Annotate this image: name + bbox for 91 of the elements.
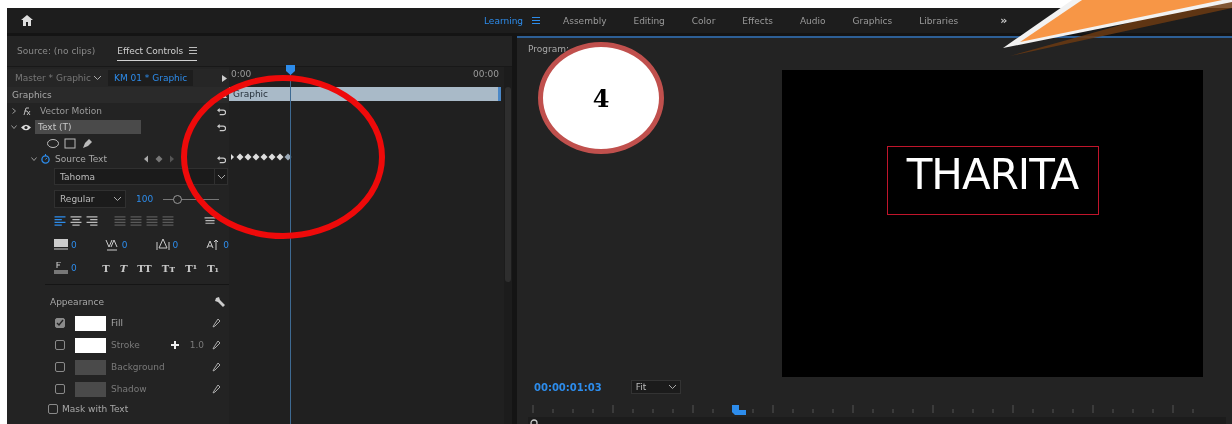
leading-icon xyxy=(54,262,68,274)
checkbox[interactable] xyxy=(55,362,65,372)
checkbox-label: Mask with Text xyxy=(62,404,129,414)
workspace-tab[interactable]: Libraries xyxy=(919,15,959,26)
text-style-button[interactable]: T xyxy=(102,262,114,274)
menu-icon[interactable] xyxy=(532,17,541,24)
panel-tab[interactable]: Effect Controls xyxy=(117,41,198,61)
appearance-label: Fill xyxy=(111,317,125,329)
play-icon[interactable] xyxy=(222,74,227,82)
dropdown-icon[interactable] xyxy=(113,196,122,202)
dropdown-icon[interactable] xyxy=(93,75,102,81)
eye-icon[interactable] xyxy=(21,123,31,131)
workspace-tab[interactable]: Effects xyxy=(742,15,773,26)
align-icon[interactable] xyxy=(70,216,82,226)
stroke-width-value[interactable]: 1.0 xyxy=(189,340,204,350)
effect-name[interactable]: Text (T) xyxy=(35,120,141,134)
more-button[interactable]: » xyxy=(1000,14,1008,27)
clip-bar[interactable]: Graphic xyxy=(229,87,501,101)
font-size-slider[interactable] xyxy=(163,194,220,204)
fx-icon xyxy=(21,106,31,116)
font-dropdown[interactable]: Tahoma xyxy=(54,168,228,185)
color-swatch[interactable] xyxy=(75,315,106,331)
playhead[interactable] xyxy=(732,405,747,415)
text-style-button[interactable]: T¹ xyxy=(185,262,202,274)
workspace-tab[interactable]: Audio xyxy=(799,15,826,26)
checkbox[interactable] xyxy=(55,318,65,328)
zoom-dropdown[interactable]: Fit xyxy=(630,380,681,394)
effect-name[interactable]: Vector Motion xyxy=(37,104,106,118)
checkbox[interactable] xyxy=(48,404,58,414)
text-style-button[interactable]: TT xyxy=(137,262,156,274)
menu-icon[interactable] xyxy=(189,47,198,54)
kerning-icon xyxy=(54,239,68,251)
scrollbar-thumb[interactable] xyxy=(505,87,511,282)
spacing-value[interactable]: 0 xyxy=(172,240,179,250)
ellipse-tool-icon[interactable] xyxy=(47,137,59,149)
sequence-clip-label[interactable]: KM 01 * Graphic xyxy=(108,70,194,86)
time-label: 00:00 xyxy=(473,69,499,79)
slider-thumb[interactable] xyxy=(173,194,183,204)
color-swatch[interactable] xyxy=(75,381,106,397)
color-swatch[interactable] xyxy=(75,337,106,353)
spacing-value[interactable]: 0 xyxy=(121,240,128,250)
property-name: Source Text xyxy=(55,154,107,164)
tracking-icon xyxy=(104,239,119,251)
title-text: THARITA xyxy=(886,146,1099,215)
chevron-icon[interactable] xyxy=(31,156,37,162)
eyedropper-icon[interactable] xyxy=(212,340,221,350)
appearance-label: Background xyxy=(111,361,163,373)
add-icon[interactable] xyxy=(171,341,179,349)
eyedropper-icon[interactable] xyxy=(212,384,221,394)
align-icon[interactable] xyxy=(86,216,98,226)
section-header: Graphics xyxy=(12,90,52,100)
pen-tool-icon[interactable] xyxy=(81,137,93,149)
master-clip-label: Master * Graphic xyxy=(14,73,89,83)
eyedropper-icon[interactable] xyxy=(212,318,221,328)
baseline-shift-icon xyxy=(155,239,170,251)
font-size-value[interactable]: 100 xyxy=(136,194,154,204)
workspace-tab[interactable]: Editing xyxy=(633,15,665,26)
wrench-icon[interactable] xyxy=(215,297,225,307)
reset-icon[interactable] xyxy=(217,154,226,164)
spacing-value[interactable]: 0 xyxy=(71,240,77,250)
workspace-tab[interactable]: Color xyxy=(691,15,716,26)
eyedropper-icon[interactable] xyxy=(212,362,221,372)
dropdown-icon[interactable] xyxy=(216,173,226,180)
checkbox[interactable] xyxy=(55,340,65,350)
time-label: 0:00 xyxy=(231,69,252,79)
workspace-tab[interactable]: Assembly xyxy=(563,15,607,26)
panel-tab[interactable]: Source: (no clips) xyxy=(17,42,96,60)
align-icon[interactable] xyxy=(54,216,66,226)
workspace-tab[interactable]: Learning xyxy=(484,15,524,26)
timecode[interactable]: 00:00:01:03 xyxy=(534,381,602,393)
vertical-align-icon[interactable] xyxy=(204,216,216,226)
section-title: Appearance xyxy=(50,297,105,307)
text-style-button[interactable]: T xyxy=(119,262,132,274)
appearance-label: Shadow xyxy=(111,383,148,395)
chevron-icon[interactable] xyxy=(11,124,17,130)
spacing-value[interactable]: 0 xyxy=(223,240,229,250)
keyframe-nav-icon[interactable] xyxy=(144,155,174,163)
leading-value[interactable]: 0 xyxy=(71,263,77,273)
text-style-button[interactable]: T₁ xyxy=(207,262,223,274)
stopwatch-icon[interactable] xyxy=(41,154,50,164)
workspace-tab[interactable]: Graphics xyxy=(852,15,893,26)
appearance-label: Stroke xyxy=(111,339,141,351)
text-style-button[interactable]: Tт xyxy=(161,262,180,274)
checkbox[interactable] xyxy=(55,384,65,394)
chevron-icon[interactable] xyxy=(11,108,17,114)
dropdown-icon[interactable] xyxy=(667,384,677,390)
font-style-dropdown[interactable]: Regular xyxy=(54,190,126,208)
color-swatch[interactable] xyxy=(75,359,106,375)
rectangle-tool-icon[interactable] xyxy=(64,137,76,149)
tsume-icon xyxy=(206,239,221,251)
home-icon[interactable] xyxy=(21,15,33,26)
